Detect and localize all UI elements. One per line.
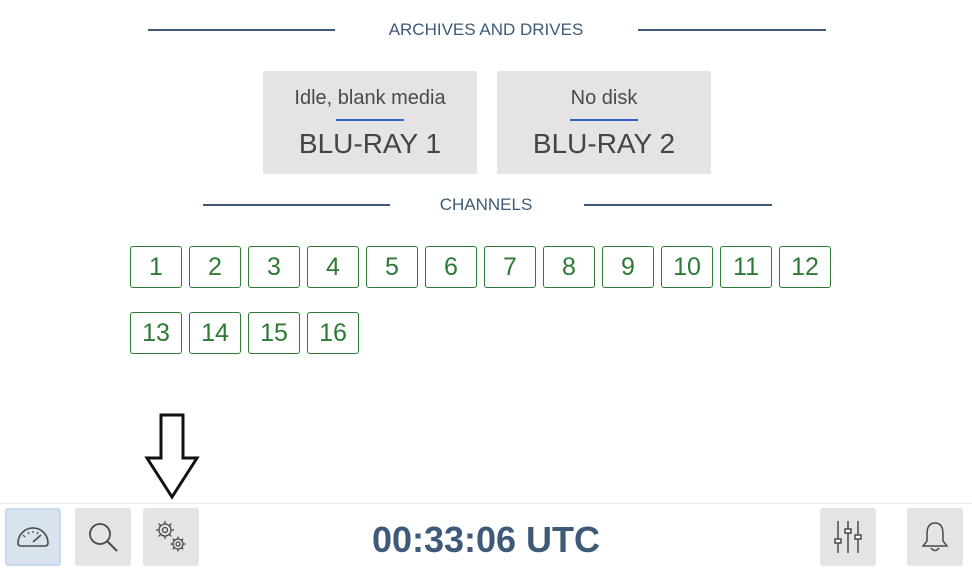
channel-button-6[interactable]: 6 (425, 246, 477, 288)
channel-button-5[interactable]: 5 (366, 246, 418, 288)
channel-button-11[interactable]: 11 (720, 246, 772, 288)
header-rule-right (638, 29, 826, 31)
channel-button-12[interactable]: 12 (779, 246, 831, 288)
channel-button-16[interactable]: 16 (307, 312, 359, 354)
channel-button-10[interactable]: 10 (661, 246, 713, 288)
dashboard-button[interactable] (5, 508, 61, 566)
mixer-button[interactable] (820, 508, 876, 566)
channel-button-9[interactable]: 9 (602, 246, 654, 288)
drive-status-underline (336, 119, 404, 121)
search-button[interactable] (75, 508, 131, 566)
bell-icon (921, 522, 949, 552)
drive-name: BLU-RAY 2 (532, 128, 676, 159)
notifications-button[interactable] (907, 508, 963, 566)
channel-button-3[interactable]: 3 (248, 246, 300, 288)
speedometer-icon (17, 527, 49, 547)
drive-status-underline (570, 119, 638, 121)
drive-status: No disk (570, 87, 638, 109)
channel-button-14[interactable]: 14 (189, 312, 241, 354)
channel-button-13[interactable]: 13 (130, 312, 182, 354)
channel-button-4[interactable]: 4 (307, 246, 359, 288)
sliders-icon (834, 521, 862, 553)
search-icon (89, 523, 118, 552)
channel-button-1[interactable]: 1 (130, 246, 182, 288)
channel-button-8[interactable]: 8 (543, 246, 595, 288)
drive-bluray-2[interactable]: No disk BLU-RAY 2 (497, 71, 711, 174)
channel-button-15[interactable]: 15 (248, 312, 300, 354)
utc-clock: 00:33:06 UTC (371, 519, 601, 560)
archives-header-title: ARCHIVES AND DRIVES (388, 20, 584, 39)
channels-header-title: CHANNELS (439, 195, 533, 214)
channel-button-7[interactable]: 7 (484, 246, 536, 288)
channel-button-2[interactable]: 2 (189, 246, 241, 288)
gears-icon (156, 521, 186, 552)
header-rule-right (584, 204, 772, 206)
archives-section-header: ARCHIVES AND DRIVES (0, 20, 972, 40)
drive-status: Idle, blank media (294, 87, 446, 109)
down-arrow-icon (144, 413, 200, 500)
drive-name: BLU-RAY 1 (298, 128, 442, 159)
drive-bluray-1[interactable]: Idle, blank media BLU-RAY 1 (263, 71, 477, 174)
bottom-toolbar: 00:33:06 UTC (0, 503, 972, 569)
settings-button[interactable] (143, 508, 199, 566)
channels-section-header: CHANNELS (0, 195, 972, 215)
